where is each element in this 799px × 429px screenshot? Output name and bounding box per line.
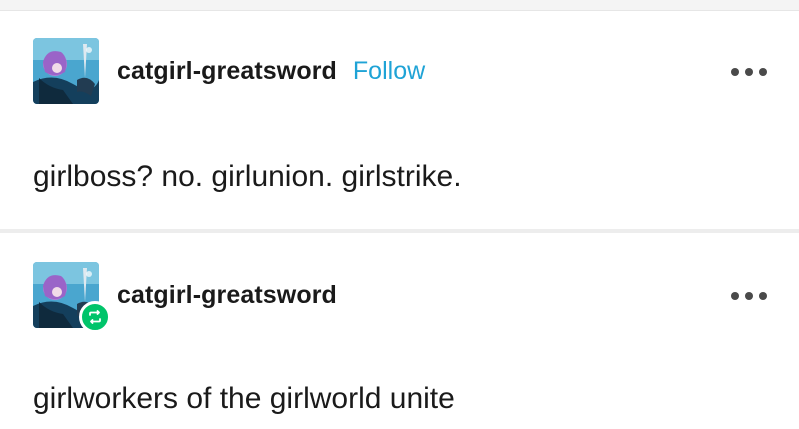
more-dot [731, 292, 739, 300]
reblog-icon [79, 301, 111, 333]
avatar-image [33, 38, 99, 104]
post-body: girlboss? no. girlunion. girlstrike. [33, 160, 462, 193]
avatar[interactable] [33, 38, 99, 104]
ellipsis-icon[interactable] [731, 288, 767, 304]
post-username[interactable]: catgirl-greatsword [117, 57, 337, 86]
avatar-container[interactable] [33, 262, 111, 333]
ellipsis-icon[interactable] [731, 64, 767, 80]
post: catgirl-greatsword Follow girlboss? no. … [0, 11, 799, 229]
dashboard-feed: catgirl-greatsword Follow girlboss? no. … [0, 0, 799, 429]
more-dot [745, 292, 753, 300]
more-dot [759, 68, 767, 76]
post-body: girlworkers of the girlworld unite [33, 382, 455, 415]
post-header: catgirl-greatsword [33, 262, 337, 333]
feed-top-divider [0, 0, 799, 11]
more-dot [731, 68, 739, 76]
more-dot [745, 68, 753, 76]
post: catgirl-greatsword girlworkers of the gi… [0, 233, 799, 429]
post-header: catgirl-greatsword Follow [33, 38, 425, 104]
more-dot [759, 292, 767, 300]
follow-button[interactable]: Follow [353, 57, 425, 86]
post-username[interactable]: catgirl-greatsword [117, 281, 337, 310]
